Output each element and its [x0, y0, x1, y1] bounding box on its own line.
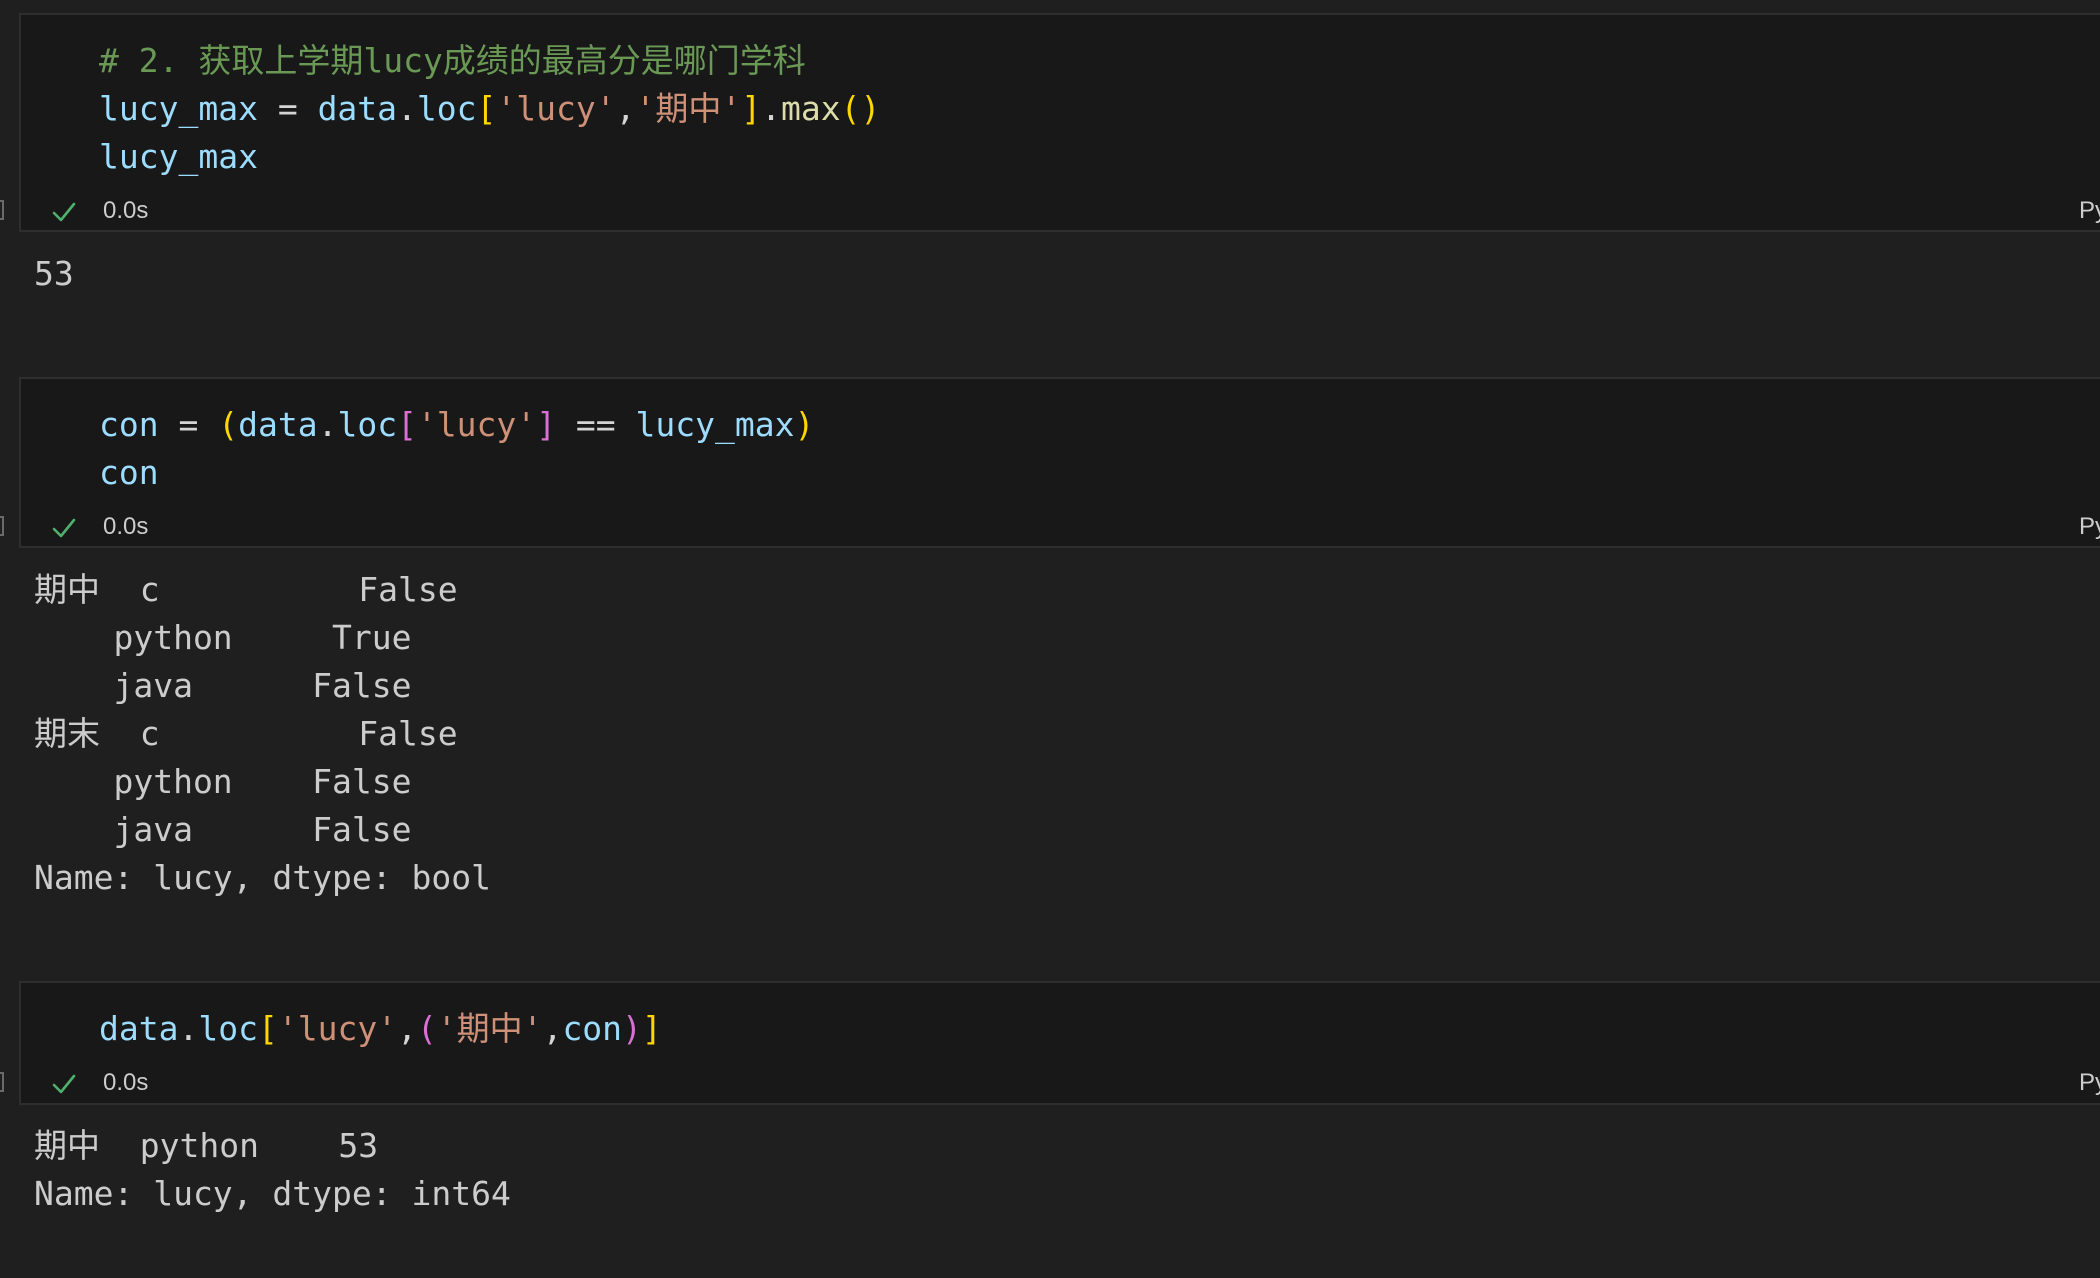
success-check-icon [52, 518, 76, 538]
code-token: data [99, 1009, 179, 1048]
code-token: . [761, 89, 781, 128]
kernel-language-label[interactable]: Py [2079, 513, 2100, 541]
code-line[interactable]: # 2. 获取上学期lucy成绩的最高分是哪门学科 [99, 37, 806, 85]
code-token: loc [416, 89, 477, 128]
code-token: lucy_max [99, 89, 258, 128]
code-token: con [99, 405, 159, 444]
code-token: loc [337, 405, 398, 444]
output-line: 期末 c False [34, 714, 458, 753]
execution-time: 0.0s [103, 1069, 149, 1096]
code-cell-2[interactable]: con = (data.loc['lucy'] == lucy_max) con… [19, 377, 2100, 548]
code-token: [ [257, 1009, 278, 1048]
code-line[interactable]: lucy_max = data.loc['lucy','期中'].max() [99, 85, 880, 133]
code-line[interactable]: con = (data.loc['lucy'] == lucy_max) [99, 401, 814, 449]
code-token: loc [198, 1009, 258, 1048]
execution-time: 0.0s [103, 513, 149, 540]
code-token: lucy_max [99, 137, 258, 176]
code-token: ) [794, 405, 815, 444]
success-check-icon [52, 1074, 76, 1094]
cell-gutter-bracket[interactable] [0, 200, 4, 220]
code-token: = [257, 89, 318, 128]
output-line: java False [34, 810, 412, 849]
cell-gutter-bracket[interactable] [0, 516, 4, 536]
success-check-icon [52, 202, 76, 222]
output-line: Name: lucy, dtype: bool [34, 858, 491, 897]
code-token: . [397, 89, 417, 128]
code-token: 'lucy' [277, 1009, 398, 1048]
code-token: '期中' [635, 89, 742, 128]
code-token: con [562, 1009, 623, 1048]
code-token: = [158, 405, 219, 444]
code-cell-1[interactable]: # 2. 获取上学期lucy成绩的最高分是哪门学科 lucy_max = dat… [19, 13, 2100, 232]
execution-time: 0.0s [103, 197, 149, 224]
code-token: () [840, 89, 881, 128]
code-token: ( [218, 405, 239, 444]
output-line: 期中 c False [34, 570, 458, 609]
code-token: == [556, 405, 636, 444]
cell-status-bar: 0.0s Py [21, 193, 2100, 233]
code-token: ) [622, 1009, 642, 1048]
output-line: 期中 python 53 [34, 1126, 379, 1165]
output-line: python False [34, 762, 412, 801]
code-token: [ [397, 405, 417, 444]
output-line: java False [34, 666, 412, 705]
code-token: data [317, 89, 398, 128]
code-token: con [99, 453, 159, 492]
code-line[interactable]: con [99, 449, 159, 497]
code-token: '期中' [436, 1009, 543, 1048]
code-token: lucy_max [635, 405, 795, 444]
code-token: ] [536, 405, 557, 444]
code-token: ] [641, 1009, 662, 1048]
code-token: 'lucy' [416, 405, 537, 444]
code-line[interactable]: data.loc['lucy',('期中',con)] [99, 1005, 662, 1053]
code-token: data [238, 405, 318, 444]
code-token: # 2. 获取上学期lucy成绩的最高分是哪门学科 [99, 41, 806, 80]
output-line: Name: lucy, dtype: int64 [34, 1174, 511, 1213]
code-line[interactable]: lucy_max [99, 133, 258, 181]
code-token: , [397, 1009, 417, 1048]
code-cell-3[interactable]: data.loc['lucy',('期中',con)] 0.0s Py [19, 981, 2100, 1105]
code-token: ( [416, 1009, 437, 1048]
output-line: 53 [34, 254, 74, 293]
code-token: [ [476, 89, 497, 128]
code-token: , [615, 89, 636, 128]
code-token: 'lucy' [496, 89, 616, 128]
code-token: , [542, 1009, 563, 1048]
cell-gutter-bracket[interactable] [0, 1072, 4, 1092]
code-token: . [178, 1009, 199, 1048]
code-token: max [781, 89, 841, 128]
kernel-language-label[interactable]: Py [2079, 197, 2100, 225]
code-token: ] [741, 89, 762, 128]
cell-status-bar: 0.0s Py [21, 1065, 2100, 1105]
code-token: . [317, 405, 338, 444]
output-line: python True [34, 618, 412, 657]
kernel-language-label[interactable]: Py [2079, 1069, 2100, 1097]
cell-status-bar: 0.0s Py [21, 509, 2100, 549]
